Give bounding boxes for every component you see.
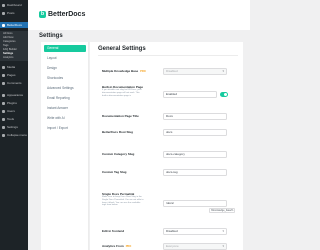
permalink-tag-button[interactable]: %knowledge_base% [209, 208, 236, 213]
comment-icon [2, 81, 5, 85]
wp-submenu-betterdocs: All Docs Add New Categories Tags FAQ Bui… [0, 31, 28, 61]
wp-menu-plugins[interactable]: Plugins [0, 100, 28, 106]
root-slug-label: BetterDocs Root Slug [102, 130, 134, 134]
doc-page-title-label: Documentation Page Title [102, 114, 139, 118]
docs-icon [2, 23, 5, 27]
builtin-doc-page-select[interactable]: Enabled [163, 91, 217, 98]
tab-advanced-settings[interactable]: Advanced Settings [44, 85, 86, 92]
wp-submenu-add-new[interactable]: Add New [3, 36, 14, 39]
doc-page-title-input[interactable]: Docs [163, 113, 227, 120]
category-slug-input[interactable]: docs-category [163, 151, 227, 158]
collapse-icon [2, 133, 5, 137]
settings-tab-nav: General Layout Design Shortcodes Advance… [41, 42, 89, 250]
pro-badge: PRO [140, 70, 146, 73]
wp-menu-posts[interactable]: Posts [0, 10, 28, 16]
page-title: Settings [39, 33, 63, 39]
brand-name: BetterDocs [48, 11, 86, 18]
tab-email-reporting[interactable]: Email Reporting [44, 95, 86, 102]
panel-title: General Settings [98, 46, 146, 52]
wp-submenu-categories[interactable]: Categories [3, 40, 16, 43]
wp-admin-sidebar: Dashboard Posts BetterDocs All Docs Add … [0, 0, 28, 250]
media-icon [2, 65, 5, 69]
brand-header: b BetterDocs [28, 0, 250, 30]
tab-instant-answer[interactable]: Instant Answer [44, 105, 86, 112]
builtin-doc-page-help: If you disable root slug for KB Docs, yo… [102, 89, 142, 97]
tab-design[interactable]: Design [44, 65, 86, 72]
chevron-down-icon: ▾ [222, 69, 224, 73]
wp-menu-media[interactable]: Media [0, 64, 28, 70]
chevron-down-icon: ▾ [222, 229, 224, 233]
multiple-kb-label: Multiple Knowledge Base PRO [102, 69, 146, 73]
wrench-icon [2, 117, 5, 121]
betterdocs-logo-icon: b [39, 11, 46, 18]
wp-menu-pages[interactable]: Pages [0, 72, 28, 78]
wp-menu-betterdocs[interactable]: BetterDocs [0, 22, 28, 28]
analytics-from-select[interactable]: Everyone ▾ [163, 243, 227, 250]
wp-menu-dashboard[interactable]: Dashboard [0, 2, 28, 8]
brush-icon [2, 93, 5, 97]
edit-frontend-select[interactable]: Disabled ▾ [163, 228, 227, 235]
wp-submenu-tags[interactable]: Tags [3, 44, 8, 47]
wp-menu-comments[interactable]: Comments [0, 80, 28, 86]
plugin-icon [2, 101, 5, 105]
permalink-help: Make sure to keep Docs Root Slug in the … [102, 196, 144, 207]
tab-shortcodes[interactable]: Shortcodes [44, 75, 86, 82]
tab-write-with-ai[interactable]: Write with AI [44, 115, 86, 122]
tab-import-export[interactable]: Import / Export [44, 125, 86, 132]
tab-general[interactable]: General [44, 45, 86, 52]
tag-slug-input[interactable]: docs-tag [163, 169, 227, 176]
dashboard-icon [2, 3, 5, 7]
category-slug-label: Custom Category Slug [102, 152, 135, 156]
wp-menu-tools[interactable]: Tools [0, 116, 28, 122]
tag-slug-label: Custom Tag Slug [102, 170, 127, 174]
wp-menu-appearance[interactable]: Appearance [0, 92, 28, 98]
user-icon [2, 109, 5, 113]
edit-frontend-label: Edit in frontend [102, 229, 125, 233]
wp-submenu-all-docs[interactable]: All Docs [3, 32, 13, 35]
pin-icon [2, 11, 5, 15]
multiple-kb-select[interactable]: Disabled ▾ [163, 68, 227, 75]
wp-menu-users[interactable]: Users [0, 108, 28, 114]
panel-divider [98, 55, 238, 56]
analytics-from-label: Analytics From PRO [102, 244, 132, 248]
wp-submenu-analytics[interactable]: Analytics [3, 56, 13, 59]
page-icon [2, 73, 5, 77]
wp-menu-collapse[interactable]: Collapse menu [0, 132, 28, 138]
wp-submenu-faq-builder[interactable]: FAQ Builder [3, 48, 17, 51]
settings-icon [2, 125, 5, 129]
pro-badge: PRO [125, 245, 132, 248]
chevron-down-icon: ▾ [222, 244, 224, 248]
root-slug-input[interactable]: docs [163, 129, 227, 136]
wp-submenu-settings[interactable]: Settings [3, 52, 13, 55]
builtin-doc-page-toggle[interactable] [220, 92, 228, 97]
wp-menu-settings[interactable]: Settings [0, 124, 28, 130]
general-settings-panel: General Settings Multiple Knowledge Base… [90, 42, 243, 250]
permalink-input[interactable]: /docs/ [163, 200, 227, 207]
tab-layout[interactable]: Layout [44, 55, 86, 62]
